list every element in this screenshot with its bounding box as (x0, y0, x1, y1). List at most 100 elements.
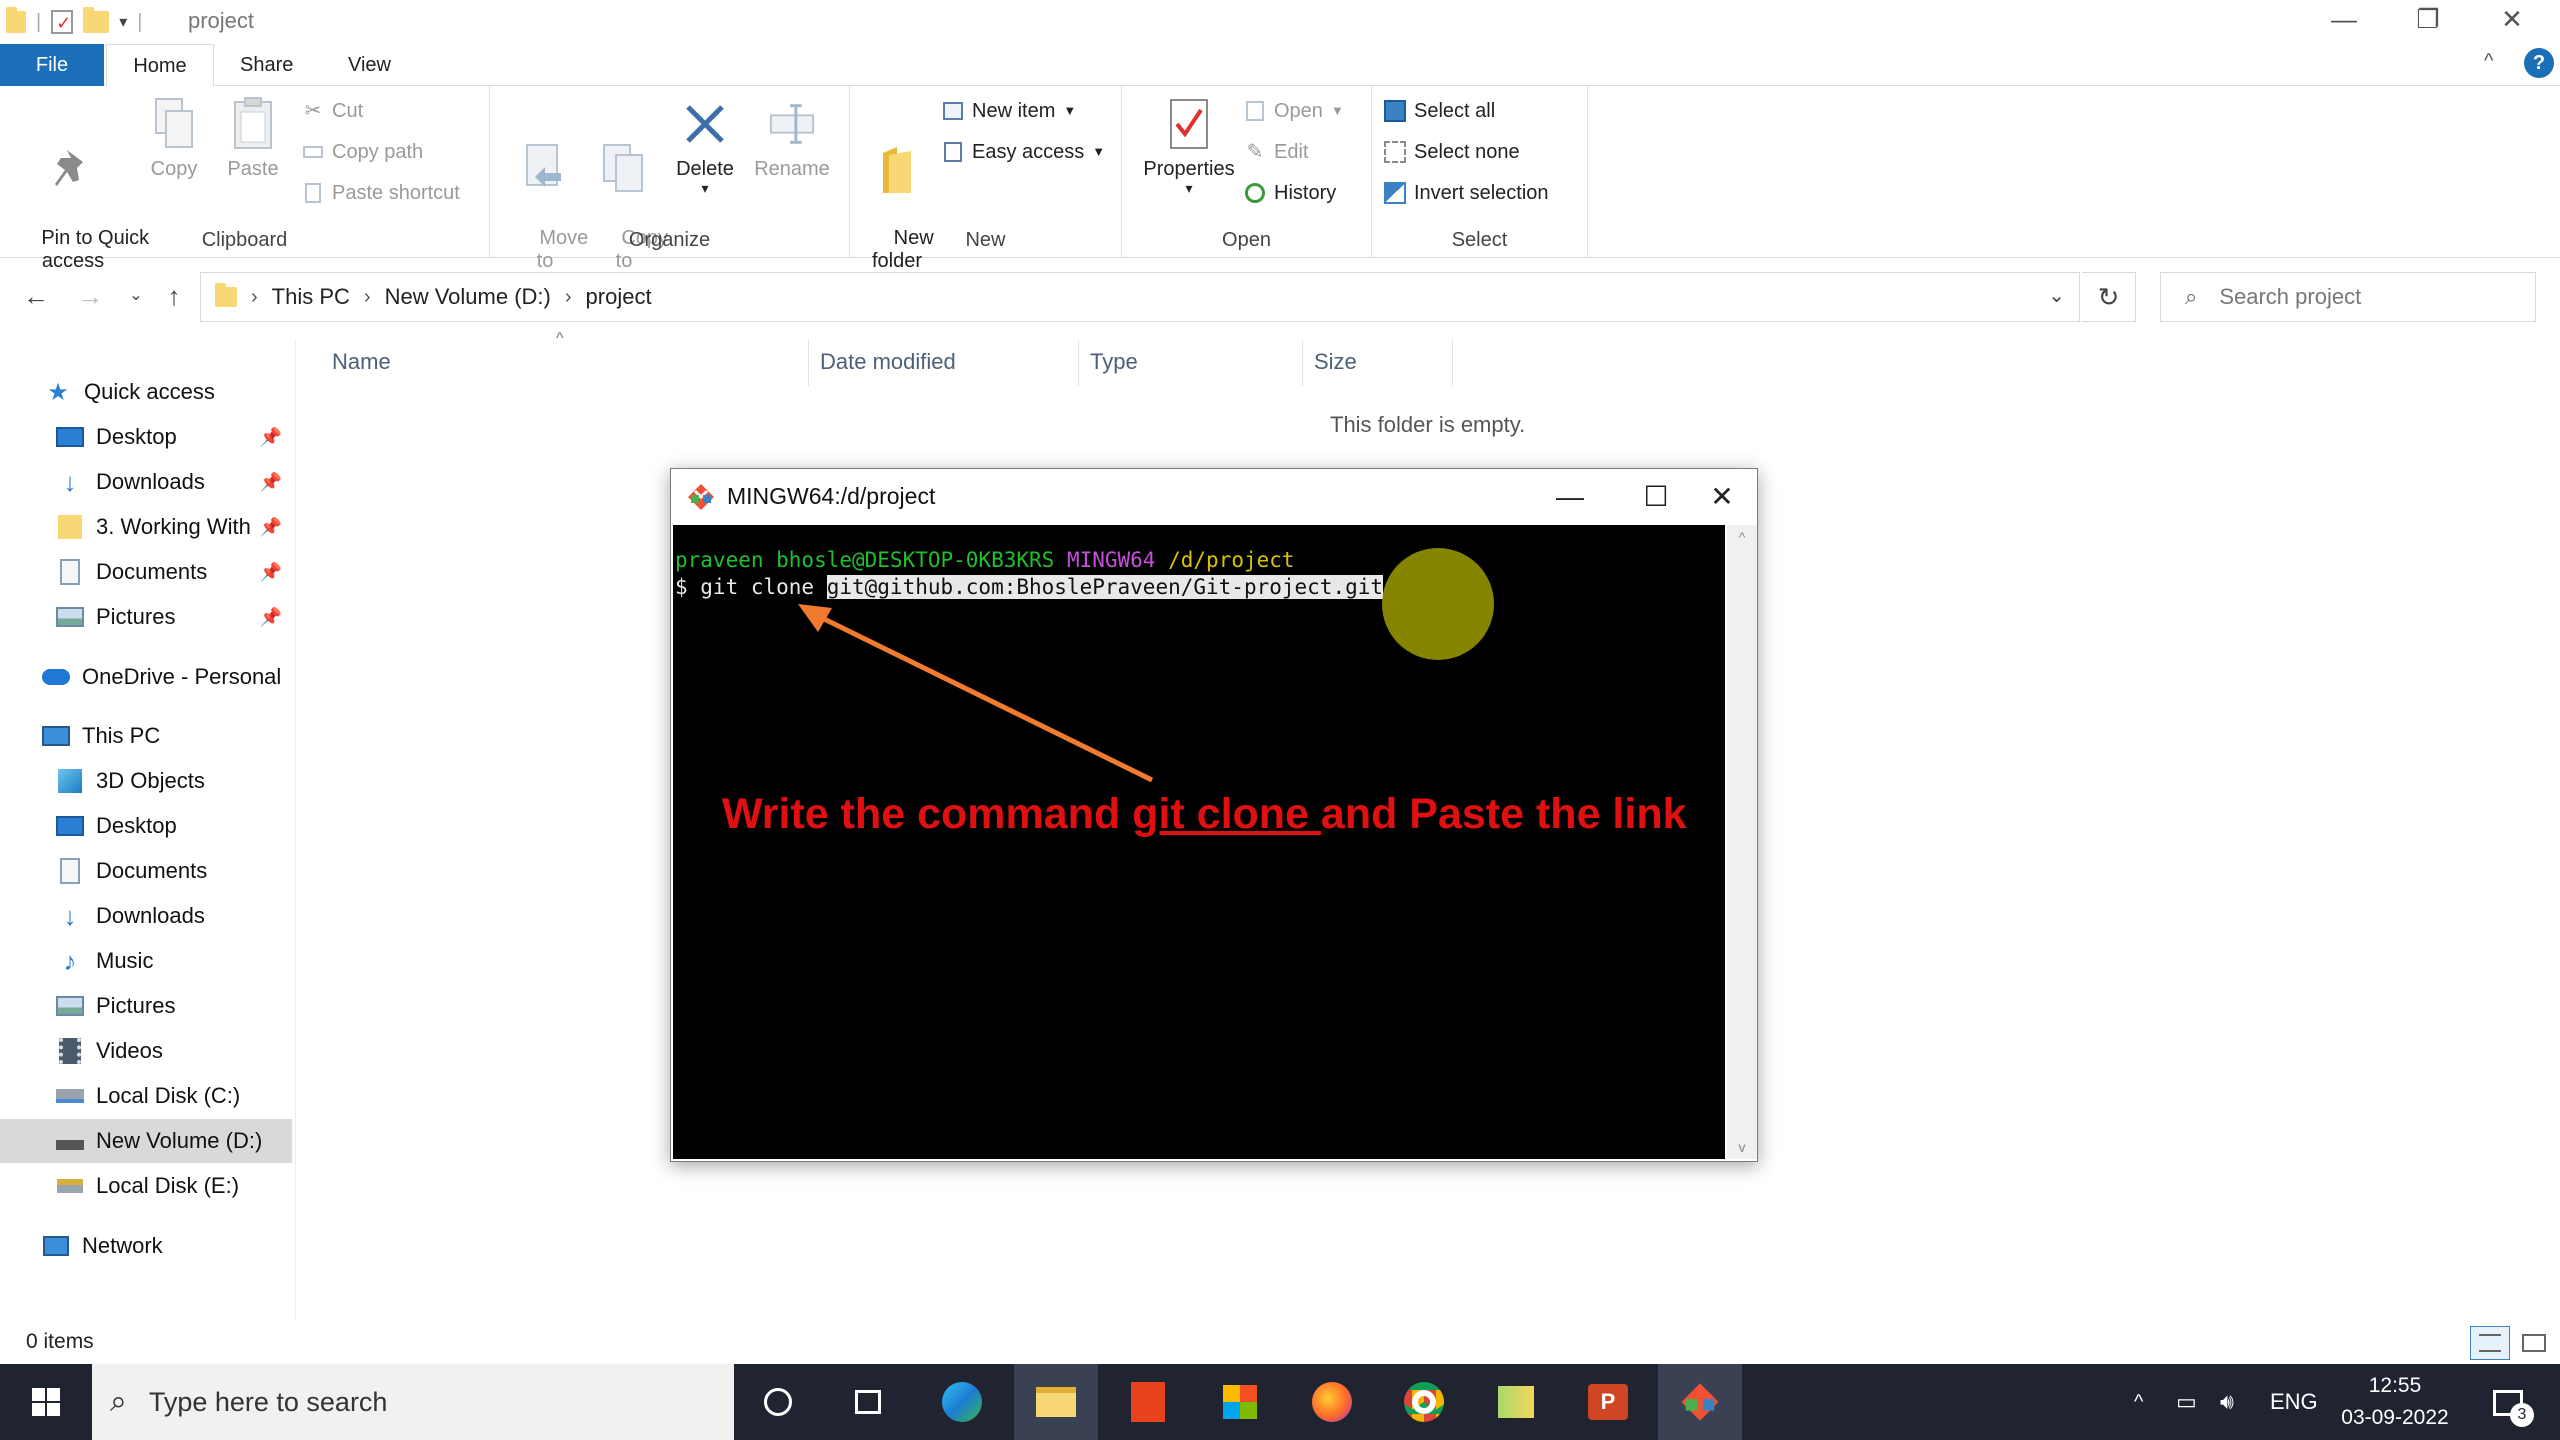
restore-button[interactable]: ❐ (2386, 0, 2470, 40)
scroll-down-icon[interactable]: v (1727, 1139, 1757, 1155)
address-bar[interactable]: › This PC › New Volume (D:) › project ⌄ (200, 272, 2080, 322)
firefox-taskbar-button[interactable] (1290, 1364, 1374, 1440)
nav-music[interactable]: ♪ Music (0, 939, 292, 983)
nav-downloads-pinned[interactable]: ↓ Downloads 📌 (0, 460, 292, 504)
customize-qat-icon[interactable]: ▾ (119, 12, 127, 32)
nav-local-disk-c[interactable]: Local Disk (C:) (0, 1074, 292, 1118)
terminal-minimize-button[interactable]: — (1535, 475, 1605, 519)
details-view-button[interactable] (2470, 1326, 2510, 1360)
large-icons-view-button[interactable] (2516, 1326, 2552, 1360)
forward-button[interactable]: → (70, 276, 110, 316)
nav-downloads[interactable]: ↓ Downloads (0, 894, 292, 938)
new-folder-icon[interactable] (83, 7, 110, 33)
address-dropdown-icon[interactable]: ⌄ (2048, 283, 2065, 308)
properties-icon[interactable]: ✓ (51, 10, 74, 34)
tab-home[interactable]: Home (106, 44, 214, 86)
refresh-button[interactable]: ↻ (2082, 272, 2136, 322)
terminal-close-button[interactable]: ✕ (1687, 475, 1757, 519)
nav-onedrive[interactable]: OneDrive - Personal (0, 655, 292, 699)
copy-button[interactable]: Copy (142, 96, 206, 181)
new-item-button[interactable]: New item ▼ (942, 96, 1076, 126)
clock[interactable]: 12:55 03-09-2022 (2330, 1370, 2460, 1434)
chrome-taskbar-button[interactable] (1382, 1364, 1466, 1440)
recent-locations-icon[interactable]: ⌄ (116, 276, 156, 316)
paste-button[interactable]: Paste (220, 96, 286, 181)
back-button[interactable]: ← (16, 276, 56, 316)
easy-access-label: Easy access (972, 141, 1085, 163)
delete-dropdown-icon[interactable]: ▾ (670, 181, 740, 195)
scroll-up-icon[interactable]: ^ (1727, 529, 1757, 545)
copy-path-button[interactable]: Copy path (302, 137, 423, 167)
paste-shortcut-button[interactable]: Paste shortcut (302, 178, 460, 208)
edit-button[interactable]: ✎ Edit (1244, 137, 1309, 167)
language-indicator[interactable]: ENG (2270, 1364, 2318, 1440)
store-taskbar-button[interactable] (1198, 1364, 1282, 1440)
nav-3d-objects[interactable]: 3D Objects (0, 759, 292, 803)
column-divider[interactable] (1078, 340, 1079, 386)
notes-taskbar-button[interactable] (1474, 1364, 1558, 1440)
breadcrumb-separator[interactable]: › (364, 286, 371, 309)
show-hidden-icons-button[interactable]: ^ (2134, 1364, 2143, 1440)
delete-button[interactable]: Delete ▾ (670, 96, 740, 195)
help-icon[interactable]: ? (2524, 48, 2554, 78)
nav-pictures-pinned[interactable]: Pictures 📌 (0, 595, 292, 639)
nav-documents-pinned[interactable]: Documents 📌 (0, 550, 292, 594)
start-button[interactable] (4, 1364, 88, 1440)
nav-network[interactable]: Network (0, 1224, 292, 1268)
invert-selection-button[interactable]: Invert selection (1384, 178, 1549, 208)
select-all-button[interactable]: Select all (1384, 96, 1495, 126)
edge-taskbar-button[interactable] (920, 1364, 1004, 1440)
column-divider[interactable] (1302, 340, 1303, 386)
powerpoint-taskbar-button[interactable]: P (1566, 1364, 1650, 1440)
nav-working-with-pinned[interactable]: 3. Working With 📌 (0, 505, 292, 549)
properties-button[interactable]: Properties ▾ (1134, 96, 1244, 195)
tab-share[interactable]: Share (222, 44, 311, 86)
nav-local-disk-e[interactable]: Local Disk (E:) (0, 1164, 292, 1208)
minimize-button[interactable]: — (2302, 0, 2386, 40)
file-explorer-taskbar-button[interactable] (1014, 1364, 1098, 1440)
select-none-button[interactable]: Select none (1384, 137, 1520, 167)
close-button[interactable]: ✕ (2470, 0, 2554, 40)
task-view-button[interactable] (826, 1364, 910, 1440)
battery-icon[interactable]: ▭ (2176, 1364, 2197, 1440)
nav-this-pc[interactable]: This PC (0, 714, 292, 758)
history-button[interactable]: History (1244, 178, 1336, 208)
breadcrumb-separator[interactable]: › (251, 286, 258, 309)
search-box[interactable]: ⌕ Search project (2160, 272, 2536, 322)
taskbar-search-box[interactable]: ⌕ Type here to search (92, 1364, 734, 1440)
terminal-maximize-button[interactable]: ☐ (1621, 475, 1691, 519)
nav-desktop-pinned[interactable]: Desktop 📌 (0, 415, 292, 459)
nav-new-volume-d[interactable]: New Volume (D:) (0, 1119, 292, 1163)
breadcrumb-new-volume[interactable]: New Volume (D:) (385, 284, 551, 310)
nav-desktop[interactable]: Desktop (0, 804, 292, 848)
column-divider[interactable] (1452, 340, 1453, 386)
breadcrumb-separator[interactable]: › (565, 286, 572, 309)
breadcrumb-this-pc[interactable]: This PC (272, 284, 350, 310)
column-date-modified[interactable]: Date modified (820, 344, 956, 380)
tab-file[interactable]: File (0, 44, 104, 86)
office-taskbar-button[interactable] (1106, 1364, 1190, 1440)
cortana-button[interactable] (736, 1364, 820, 1440)
cut-button[interactable]: ✂ Cut (302, 96, 364, 126)
nav-quick-access[interactable]: ★ Quick access (0, 370, 292, 414)
column-divider[interactable] (808, 340, 809, 386)
tab-view[interactable]: View (330, 44, 409, 86)
properties-dropdown-icon[interactable]: ▾ (1134, 181, 1244, 195)
easy-access-button[interactable]: Easy access ▼ (942, 137, 1105, 167)
terminal-scrollbar[interactable]: ^ v (1727, 525, 1757, 1159)
up-button[interactable]: ↑ (154, 276, 194, 316)
volume-icon[interactable]: 🔊︎ (2220, 1364, 2234, 1440)
column-type[interactable]: Type (1090, 344, 1138, 380)
column-name[interactable]: Name (332, 344, 391, 380)
collapse-ribbon-icon[interactable]: ^ (2484, 50, 2493, 73)
nav-documents[interactable]: Documents (0, 849, 292, 893)
terminal-title-bar[interactable]: MINGW64:/d/project — ☐ ✕ (671, 469, 1757, 525)
notification-center-button[interactable]: 3 (2478, 1364, 2538, 1440)
nav-videos[interactable]: Videos (0, 1029, 292, 1073)
breadcrumb-project[interactable]: project (586, 284, 652, 310)
git-bash-taskbar-button[interactable] (1658, 1364, 1742, 1440)
open-button[interactable]: Open ▼ (1244, 96, 1344, 126)
column-size[interactable]: Size (1314, 344, 1357, 380)
rename-button[interactable]: Rename (748, 96, 836, 181)
nav-pictures[interactable]: Pictures (0, 984, 292, 1028)
